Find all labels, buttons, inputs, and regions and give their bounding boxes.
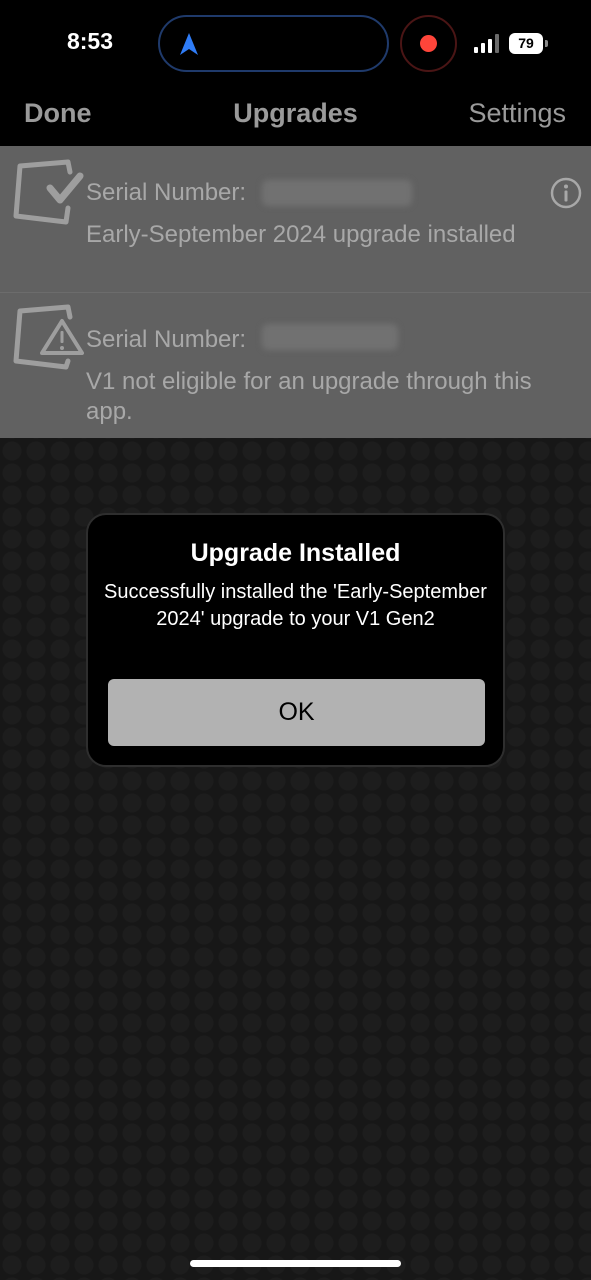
device-check-icon bbox=[13, 159, 84, 225]
battery-icon: 79 bbox=[509, 33, 543, 54]
serial-number-label: Serial Number: bbox=[86, 326, 247, 353]
alert-message: Successfully installed the 'Early-Septem… bbox=[104, 581, 487, 630]
status-bar: 8:53 79 bbox=[0, 0, 591, 88]
device-warning-icon bbox=[13, 304, 84, 370]
signal-bars-icon bbox=[474, 34, 499, 53]
recording-dot-icon bbox=[420, 35, 437, 52]
nav-bar: Done Upgrades Settings bbox=[0, 88, 591, 146]
list-item[interactable]: Serial Number: Early-September 2024 upgr… bbox=[0, 146, 591, 292]
eligibility-status: V1 not eligible for an upgrade through t… bbox=[86, 368, 532, 425]
upgrade-installed-alert: Upgrade Installed Successfully installed… bbox=[86, 513, 505, 767]
serial-number-label: Serial Number: bbox=[86, 179, 247, 206]
info-icon[interactable] bbox=[550, 177, 582, 209]
upgrade-status: Early-September 2024 upgrade installed bbox=[86, 221, 516, 248]
upgrades-screen: 8:53 79 Done Upgrades Settings Serial Nu… bbox=[0, 0, 591, 1280]
serial-number-value-redacted bbox=[262, 324, 398, 350]
alert-title: Upgrade Installed bbox=[190, 539, 401, 567]
home-indicator[interactable] bbox=[190, 1260, 401, 1267]
settings-button[interactable]: Settings bbox=[468, 98, 566, 129]
navigation-arrow-icon bbox=[180, 33, 198, 55]
ok-button[interactable]: OK bbox=[108, 679, 485, 746]
serial-number-value-redacted bbox=[262, 180, 412, 206]
recording-indicator[interactable] bbox=[400, 15, 457, 72]
dynamic-island[interactable] bbox=[158, 15, 389, 72]
status-time: 8:53 bbox=[66, 28, 114, 54]
battery-tip bbox=[545, 40, 548, 47]
device-list: Serial Number: Early-September 2024 upgr… bbox=[0, 146, 591, 438]
